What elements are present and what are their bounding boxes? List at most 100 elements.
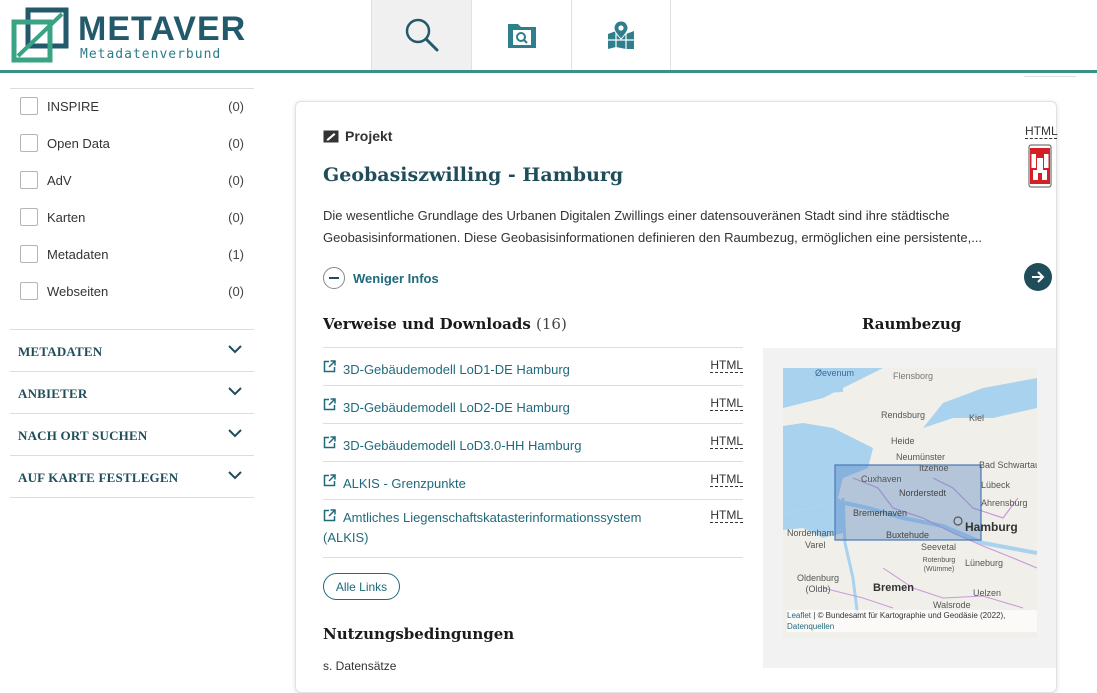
- external-link-icon: [323, 436, 336, 449]
- type-label: Projekt: [345, 128, 393, 144]
- filter-count: (0): [228, 210, 244, 225]
- link-label: 3D-Gebäudemodell LoD1-DE Hamburg: [343, 362, 570, 377]
- data-sources-link[interactable]: Datenquellen: [787, 622, 834, 631]
- place-label: Lübeck: [981, 480, 1011, 490]
- chevron-down-icon: [228, 387, 242, 396]
- search-icon: [405, 18, 438, 52]
- place-label: Oldenburg (Oldb): [796, 573, 840, 594]
- link-label: 3D-Gebäudemodell LoD3.0-HH Hamburg: [343, 438, 582, 453]
- less-info-toggle[interactable]: Weniger Infos: [323, 267, 439, 289]
- tab-catalog[interactable]: [471, 0, 571, 70]
- filter-count: (0): [228, 99, 244, 114]
- checkbox[interactable]: [20, 208, 38, 226]
- filter-sidebar: INSPIRE (0) Open Data (0) AdV (0) Karten (0)…: [10, 88, 254, 498]
- place-label: Kiel: [969, 413, 985, 423]
- filter-adv[interactable]: AdV (0): [10, 163, 254, 200]
- leaflet-link[interactable]: Leaflet: [787, 611, 811, 620]
- folder-search-icon: [507, 24, 536, 48]
- link-label: 3D-Gebäudemodell LoD2-DE Hamburg: [343, 400, 570, 415]
- accordion-auf-karte-festlegen[interactable]: AUF KARTE FESTLEGEN: [10, 456, 254, 498]
- main-nav: [371, 0, 671, 70]
- project-icon: [323, 130, 339, 142]
- filter-list: INSPIRE (0) Open Data (0) AdV (0) Karten (0)…: [10, 88, 254, 311]
- terms-title: Nutzungsbedingungen: [323, 625, 515, 643]
- accordion-anbieter[interactable]: ANBIETER: [10, 372, 254, 414]
- metaver-logo[interactable]: METAVER Metadatenverbund: [10, 6, 245, 66]
- filter-label: Open Data: [47, 136, 110, 151]
- link-label: ALKIS - Grenzpunkte: [343, 476, 466, 491]
- divider: [1024, 76, 1076, 77]
- checkbox[interactable]: [20, 245, 38, 263]
- accordion-label: NACH ORT SUCHEN: [18, 428, 148, 443]
- format-badge[interactable]: HTML: [710, 508, 743, 523]
- list-item[interactable]: 3D-Gebäudemodell LoD3.0-HH Hamburg HTML: [323, 424, 743, 462]
- place-label: Itzehoe: [919, 463, 949, 473]
- place-label: Nordenham: [787, 528, 835, 538]
- list-item[interactable]: 3D-Gebäudemodell LoD1-DE Hamburg HTML: [323, 348, 743, 386]
- place-label: Hamburg: [965, 520, 1018, 534]
- all-links-button[interactable]: Alle Links: [323, 573, 400, 600]
- logo-icon: [11, 7, 69, 63]
- place-label: Cuxhaven: [861, 474, 902, 484]
- result-type: Projekt: [323, 128, 392, 144]
- list-item[interactable]: ALKIS - Grenzpunkte HTML: [323, 462, 743, 500]
- filter-metadaten[interactable]: Metadaten (1): [10, 237, 254, 274]
- chevron-down-icon: [228, 345, 242, 354]
- filter-count: (0): [228, 284, 244, 299]
- place-label: Varel: [805, 540, 826, 550]
- chevron-down-icon: [228, 429, 242, 438]
- minus-icon: [323, 267, 345, 289]
- external-link-icon: [323, 398, 336, 411]
- map-panel: Øevenum Flensborg Rendsburg Kiel Heide N…: [763, 348, 1056, 668]
- arrow-right-icon: [1032, 271, 1045, 283]
- tab-search[interactable]: [371, 0, 471, 70]
- filter-open-data[interactable]: Open Data (0): [10, 126, 254, 163]
- external-link-icon: [323, 360, 336, 373]
- checkbox[interactable]: [20, 97, 38, 115]
- open-detail-button[interactable]: [1024, 263, 1052, 291]
- accordion-label: AUF KARTE FESTLEGEN: [18, 470, 179, 485]
- filter-count: (1): [228, 247, 244, 262]
- checkbox[interactable]: [20, 282, 38, 300]
- place-label: Heide: [891, 436, 915, 446]
- spatial-extent-map[interactable]: Øevenum Flensborg Rendsburg Kiel Heide N…: [783, 368, 1037, 638]
- header: METAVER Metadatenverbund: [0, 0, 1097, 73]
- place-label: Øevenum: [815, 368, 855, 378]
- list-item[interactable]: Amtliches Liegenschaftskatasterinformati…: [323, 500, 743, 558]
- format-badge[interactable]: HTML: [710, 358, 743, 373]
- logo-subtitle: Metadatenverbund: [80, 47, 222, 62]
- place-label: Bremen: [873, 582, 914, 594]
- links-title: Verweise und Downloads: [323, 315, 531, 333]
- accordion-nach-ort-suchen[interactable]: NACH ORT SUCHEN: [10, 414, 254, 456]
- checkbox[interactable]: [20, 134, 38, 152]
- format-badge[interactable]: HTML: [710, 396, 743, 411]
- filter-label: Karten: [47, 210, 86, 225]
- attribution-text: | © Bundesamt für Kartographie und Geodä…: [813, 611, 1006, 620]
- map-title: Raumbezug: [862, 315, 962, 333]
- format-badge[interactable]: HTML: [710, 472, 743, 487]
- tab-map[interactable]: [571, 0, 671, 70]
- format-badge[interactable]: HTML: [710, 434, 743, 449]
- filter-count: (0): [228, 173, 244, 188]
- result-card: Projekt HTML Geobasiszwilling - Hamburg …: [295, 101, 1058, 693]
- accordion-metadaten[interactable]: METADATEN: [10, 330, 254, 372]
- result-title[interactable]: Geobasiszwilling - Hamburg: [323, 164, 623, 186]
- filter-webseiten[interactable]: Webseiten (0): [10, 274, 254, 311]
- place-label: Lüneburg: [965, 558, 1004, 568]
- accordion-list: METADATEN ANBIETER NACH ORT SUCHEN AUF K…: [10, 329, 254, 498]
- accordion-label: METADATEN: [18, 344, 103, 359]
- filter-inspire[interactable]: INSPIRE (0): [10, 89, 254, 126]
- filter-karten[interactable]: Karten (0): [10, 200, 254, 237]
- chevron-down-icon: [228, 471, 242, 480]
- list-item[interactable]: 3D-Gebäudemodell LoD2-DE Hamburg HTML: [323, 386, 743, 424]
- place-label: Seevetal: [921, 542, 957, 552]
- place-label: Rotenburg (Wümme): [922, 557, 956, 573]
- links-list: 3D-Gebäudemodell LoD1-DE Hamburg HTML 3D…: [323, 347, 743, 558]
- map-attribution: Leaflet | © Bundesamt für Kartographie u…: [787, 610, 1037, 632]
- links-section-title: Verweise und Downloads (16): [323, 315, 567, 333]
- place-label: Buxtehude: [886, 530, 930, 540]
- place-label: Uelzen: [973, 588, 1002, 598]
- format-badge[interactable]: HTML: [1025, 124, 1058, 139]
- checkbox[interactable]: [20, 171, 38, 189]
- filter-label: INSPIRE: [47, 99, 100, 114]
